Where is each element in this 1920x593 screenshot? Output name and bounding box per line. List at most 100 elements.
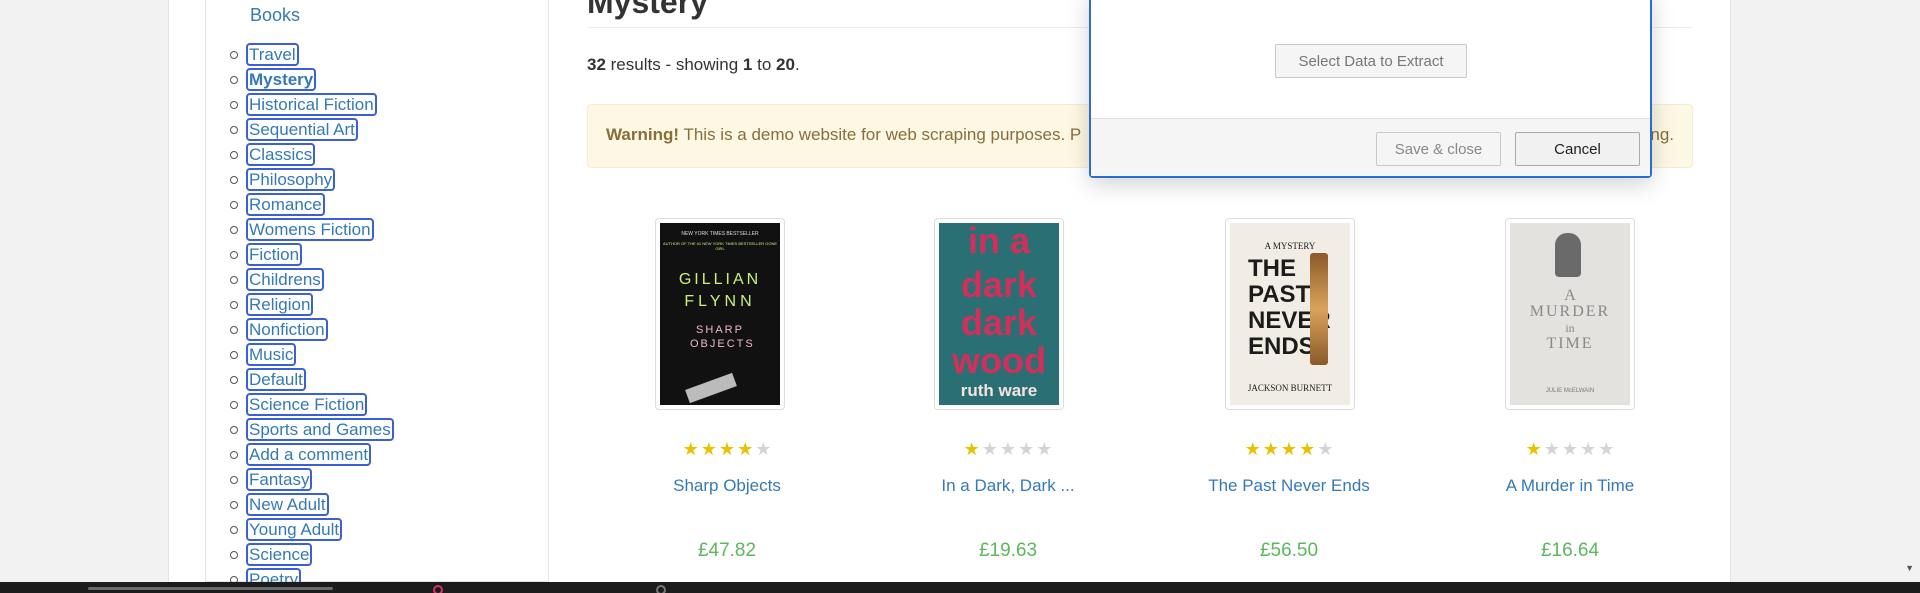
category-item: Sequential Art: [230, 117, 394, 142]
star-icon: ★: [1525, 439, 1542, 459]
cover-text: dark: [960, 264, 1038, 305]
star-icon: ★: [1580, 439, 1597, 459]
category-add-a-comment-link[interactable]: Add a comment: [246, 443, 372, 466]
product-title-link[interactable]: Sharp Objects: [587, 476, 867, 496]
scroll-down-arrow-icon[interactable]: ▼: [1905, 563, 1914, 573]
cover-text: A MYSTERY: [1264, 241, 1316, 251]
category-romance-link[interactable]: Romance: [246, 193, 325, 216]
category-item: Science: [230, 542, 394, 567]
category-science-fiction-link[interactable]: Science Fiction: [246, 393, 368, 416]
product-thumbnail[interactable]: NEW YORK TIMES BESTSELLER AUTHOR OF THE …: [655, 218, 785, 410]
category-philosophy-link[interactable]: Philosophy: [246, 168, 336, 191]
product-price: £56.50: [1259, 540, 1319, 561]
star-icon: ★: [1280, 439, 1298, 459]
warning-text-tail: ng.: [1650, 125, 1674, 144]
results-text: results - showing: [605, 55, 743, 74]
cover-text: MURDER: [1529, 303, 1611, 320]
category-item: Fantasy: [230, 467, 394, 492]
book-cover-image: in a dark dark wood ruth ware: [939, 223, 1059, 405]
category-item: Romance: [230, 192, 394, 217]
category-young-adult-link[interactable]: Young Adult: [246, 518, 343, 541]
category-mystery-link[interactable]: Mystery: [246, 68, 317, 91]
category-fantasy-link[interactable]: Fantasy: [246, 468, 313, 491]
cover-text: JULIE McELWAIN: [1545, 388, 1595, 394]
save-close-button[interactable]: Save & close: [1376, 132, 1501, 166]
figure-graphic: [1555, 233, 1581, 277]
razor-blade-graphic: [685, 372, 737, 404]
book-cover-image: A MURDER in TIME JULIE McELWAIN: [1510, 223, 1630, 405]
cover-text: FLYNN: [684, 293, 756, 310]
category-sequential-art-link[interactable]: Sequential Art: [246, 118, 358, 141]
category-nonfiction-link[interactable]: Nonfiction: [246, 318, 328, 341]
star-icon: ★: [1299, 439, 1316, 459]
product-title-link[interactable]: In a Dark, Dark ...: [868, 476, 1148, 496]
product-price: £47.82: [697, 540, 757, 561]
star-rating: ★ ★ ★ ★ ★: [587, 440, 867, 458]
category-classics-link[interactable]: Classics: [246, 143, 316, 166]
star-icon: ★: [737, 439, 754, 459]
cover-text: AUTHOR OF THE #1 NEW YORK TIMES BESTSELL…: [662, 241, 778, 251]
hourglass-graphic: [1310, 253, 1328, 365]
category-list: Travel Mystery Historical Fiction Sequen…: [230, 42, 394, 592]
taskbar-app-icon[interactable]: [656, 585, 666, 593]
star-icon: ★: [1543, 439, 1560, 459]
category-item: Science Fiction: [230, 392, 394, 417]
category-item: Classics: [230, 142, 394, 167]
results-to-word: to: [752, 55, 777, 74]
category-item: Fiction: [230, 242, 394, 267]
results-count: 32: [587, 55, 606, 74]
cover-text: TIME: [1546, 335, 1594, 352]
warning-text: This is a demo website for web scraping …: [679, 125, 1082, 144]
category-item: New Adult: [230, 492, 394, 517]
cover-text: NEW YORK TIMES BESTSELLER: [681, 231, 759, 237]
star-icon: ★: [1018, 439, 1035, 459]
category-womens-fiction-link[interactable]: Womens Fiction: [246, 218, 374, 241]
category-item: Womens Fiction: [230, 217, 394, 242]
product-title-link[interactable]: A Murder in Time: [1430, 476, 1710, 496]
cover-text: ruth ware: [960, 381, 1038, 400]
cover-text: in a: [967, 223, 1030, 261]
select-data-button[interactable]: Select Data to Extract: [1275, 44, 1467, 78]
star-icon: ★: [1036, 439, 1053, 459]
results-from: 1: [742, 55, 753, 74]
book-cover-image: A MYSTERY THE PAST NEVER ENDS JACKSON BU…: [1230, 223, 1350, 405]
category-music-link[interactable]: Music: [246, 343, 297, 366]
category-item: Sports and Games: [230, 417, 394, 442]
sidebar-books-link[interactable]: Books: [250, 5, 300, 26]
product-price: £16.64: [1540, 540, 1600, 561]
product-thumbnail[interactable]: A MYSTERY THE PAST NEVER ENDS JACKSON BU…: [1225, 218, 1355, 410]
category-item: Travel: [230, 42, 394, 67]
category-item: Young Adult: [230, 517, 394, 542]
category-science-link[interactable]: Science: [246, 543, 313, 566]
star-icon: ★: [755, 439, 772, 459]
cover-text: wood: [952, 340, 1046, 381]
category-historical-fiction-link[interactable]: Historical Fiction: [246, 93, 377, 116]
extract-dialog: Select Data to Extract Save & close Canc…: [1089, 0, 1652, 178]
cover-text: in: [1565, 321, 1575, 335]
star-icon: ★: [963, 439, 980, 459]
cancel-button[interactable]: Cancel: [1515, 132, 1640, 166]
category-new-adult-link[interactable]: New Adult: [246, 493, 329, 516]
taskbar-app-icon[interactable]: [433, 585, 443, 593]
product-thumbnail[interactable]: A MURDER in TIME JULIE McELWAIN: [1505, 218, 1635, 410]
star-rating: ★ ★ ★ ★ ★: [1149, 440, 1429, 458]
category-religion-link[interactable]: Religion: [246, 293, 314, 316]
taskbar-app[interactable]: [88, 587, 333, 590]
cover-text: PAST: [1248, 281, 1311, 308]
category-item: Religion: [230, 292, 394, 317]
category-item: Childrens: [230, 267, 394, 292]
page-title: Mystery: [587, 0, 708, 20]
cover-text: THE: [1248, 255, 1296, 282]
product-title-link[interactable]: The Past Never Ends: [1149, 476, 1429, 496]
category-default-link[interactable]: Default: [246, 368, 306, 391]
star-rating: ★ ★ ★ ★ ★: [1430, 440, 1710, 458]
category-fiction-link[interactable]: Fiction: [246, 243, 303, 266]
category-travel-link[interactable]: Travel: [246, 43, 299, 66]
product-thumbnail[interactable]: in a dark dark wood ruth ware: [934, 218, 1064, 410]
category-childrens-link[interactable]: Childrens: [246, 268, 324, 291]
results-summary: 32 results - showing 1 to 20.: [587, 55, 800, 75]
cover-text: GILLIAN: [678, 271, 762, 288]
category-sports-and-games-link[interactable]: Sports and Games: [246, 418, 394, 441]
star-icon: ★: [700, 439, 717, 459]
category-item: Music: [230, 342, 394, 367]
